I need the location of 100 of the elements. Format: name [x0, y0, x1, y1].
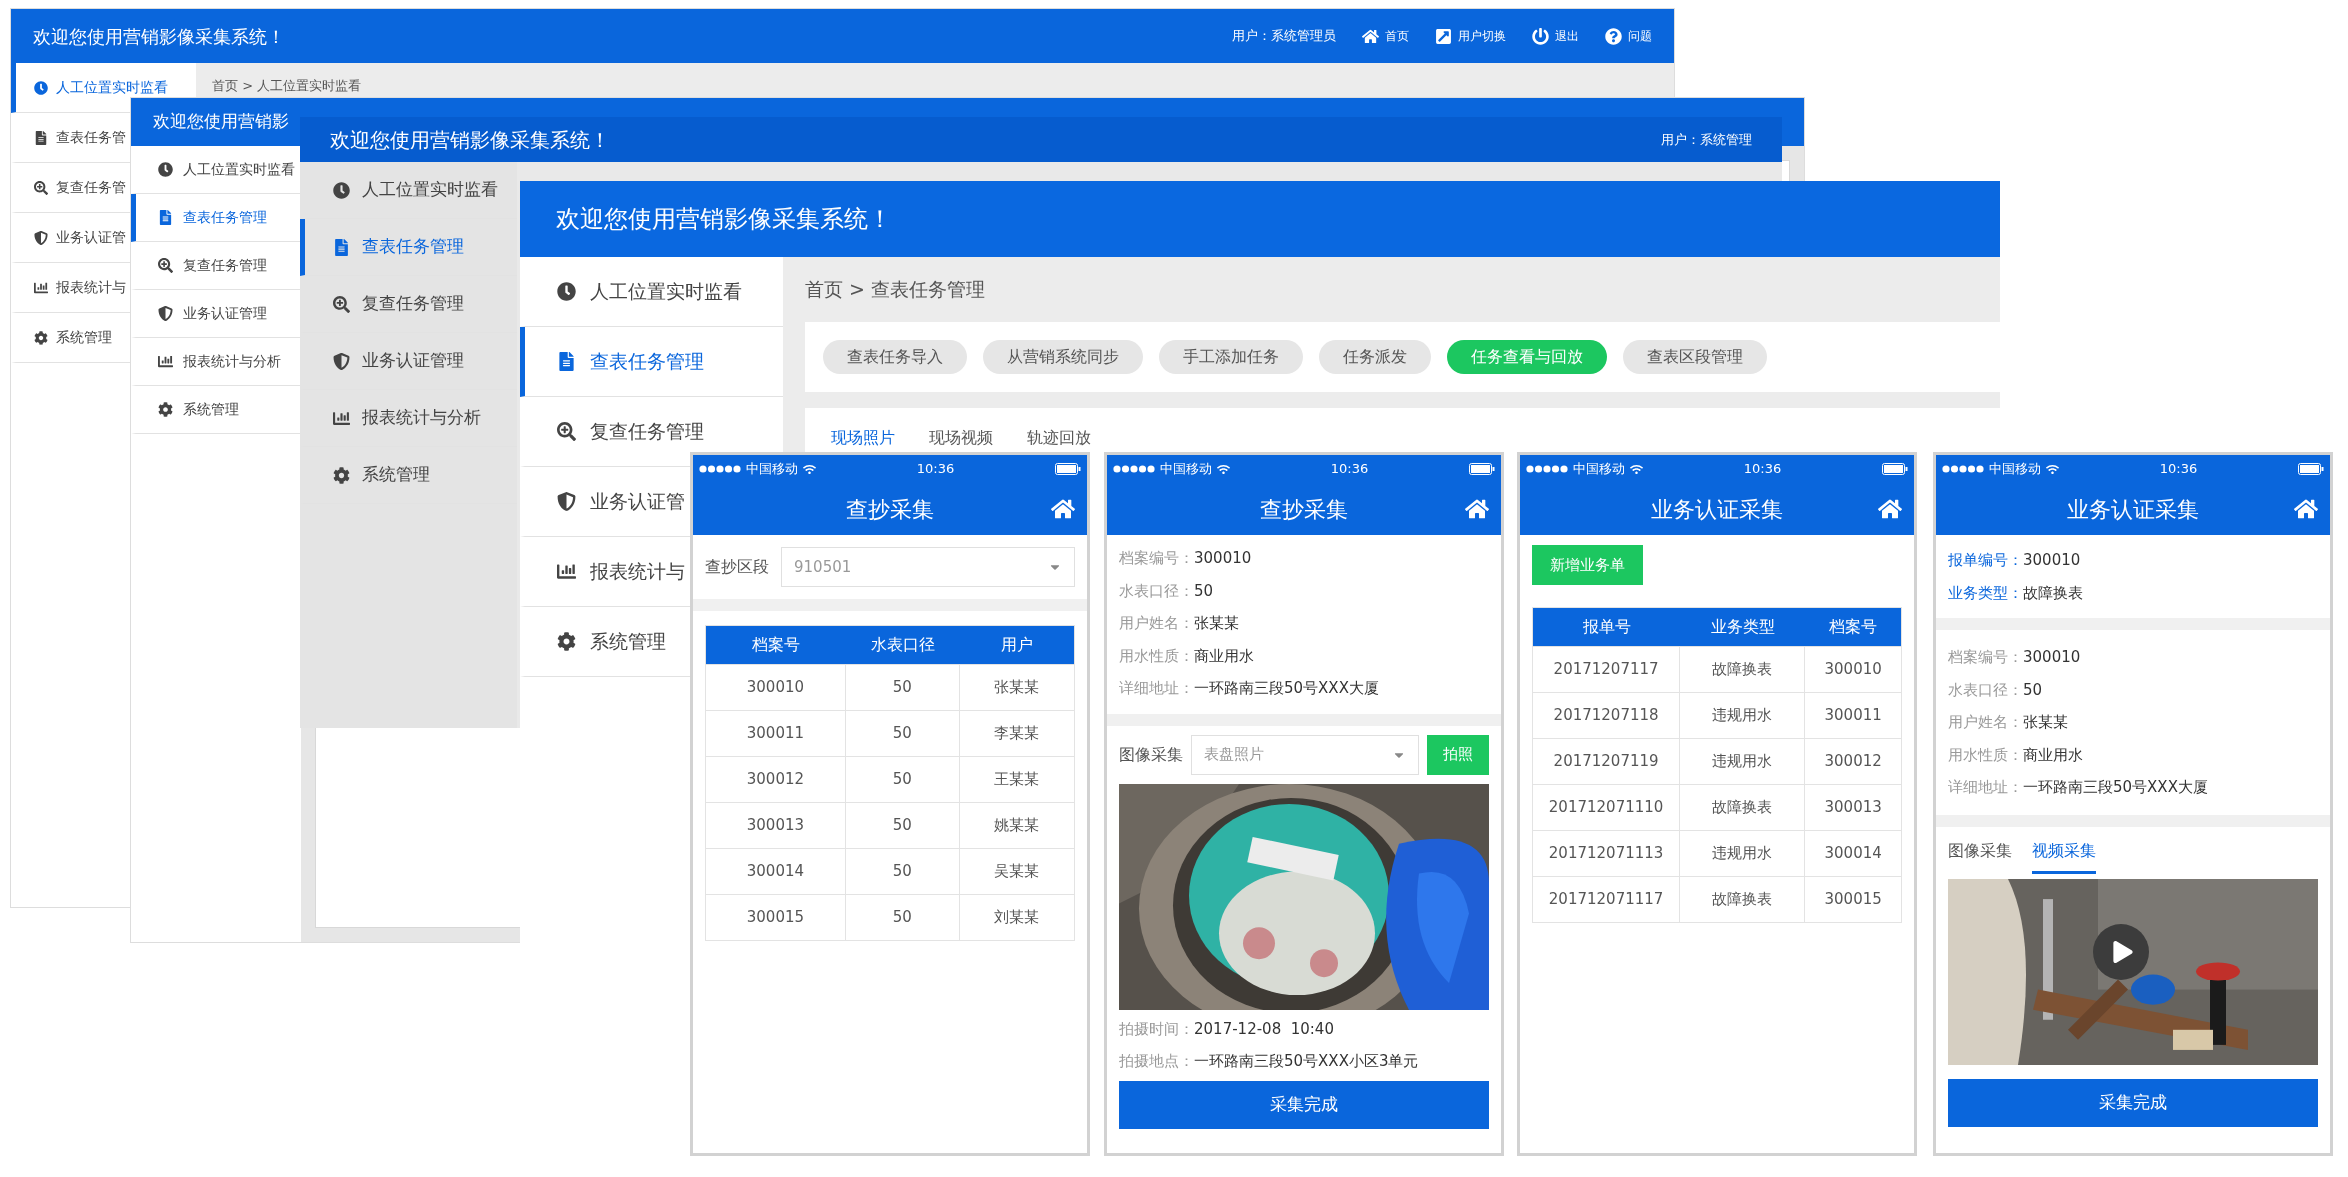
- table-cell-text: 王某某: [994, 769, 1040, 791]
- field-label: 水表口径：: [1948, 679, 2023, 701]
- field-label: 用户姓名：: [1119, 613, 1194, 634]
- field-value: 2017-12-08 10:40: [1194, 1018, 1334, 1040]
- table-cell-text: 201712071110: [1548, 797, 1664, 819]
- table-cell-text: 300013: [746, 815, 805, 837]
- table-cell-text: 姚某某: [994, 815, 1040, 837]
- wifi-icon: [803, 462, 816, 476]
- home-icon[interactable]: [2294, 497, 2318, 521]
- bar-chart-icon: [34, 280, 48, 295]
- sub-tab[interactable]: 现场照片: [831, 426, 895, 450]
- signal-icon: [1113, 465, 1155, 473]
- table-cell-text: 违规用水: [1712, 705, 1773, 727]
- battery-icon: [1469, 463, 1495, 475]
- field-label: 用水性质：: [1119, 645, 1194, 667]
- tab-pill[interactable]: 手工添加任务: [1159, 340, 1303, 374]
- status-time: 10:36: [916, 460, 955, 479]
- screen-title: 查抄采集: [846, 495, 934, 524]
- table-cell-text: 刘某某: [994, 907, 1040, 929]
- window-title: 欢迎您使用营销影: [153, 110, 289, 134]
- field-label: 用水性质：: [1948, 744, 2023, 766]
- bar-chart-icon: [557, 562, 576, 581]
- sub-tab[interactable]: 轨迹回放: [1027, 426, 1091, 450]
- field-label: 用户姓名：: [1948, 712, 2023, 733]
- screen-title: 查抄采集: [1260, 495, 1348, 524]
- table-cell-text: 吴某某: [994, 861, 1040, 883]
- table-cell-text: 300012: [1824, 751, 1882, 773]
- home-icon[interactable]: [1051, 497, 1075, 521]
- field-label: 水表口径：: [1119, 580, 1194, 602]
- status-time: 10:36: [1330, 460, 1369, 479]
- table-cell-text: 300015: [1824, 889, 1882, 911]
- table-row[interactable]: 300011 50 李某某: [706, 710, 1074, 756]
- table-row[interactable]: 20171207118 违规用水 300011: [1533, 692, 1901, 738]
- table-row[interactable]: 300013 50 姚某某: [706, 802, 1074, 848]
- tab-pill[interactable]: 查表任务导入: [823, 340, 967, 374]
- carrier-label: 中国移动: [1160, 460, 1212, 479]
- table-row[interactable]: 300015 50 刘某某: [706, 894, 1074, 940]
- table-row[interactable]: 300014 50 吴某某: [706, 848, 1074, 894]
- switch-user-link[interactable]: 用户切换: [1435, 27, 1506, 45]
- media-tab[interactable]: 图像采集: [1948, 838, 2012, 874]
- table-row[interactable]: 201712071110 故障换表 300013: [1533, 784, 1901, 830]
- zoom-in-icon: [158, 258, 173, 273]
- tab-pill[interactable]: 从营销系统同步: [983, 340, 1143, 374]
- home-link[interactable]: 首页: [1362, 27, 1409, 45]
- breadcrumb: 首页 > 查表任务管理: [805, 277, 985, 303]
- table-cell-text: 300015: [746, 907, 805, 929]
- table-cell-text: 50: [892, 861, 912, 883]
- signal-icon: [1942, 465, 1984, 473]
- capture-label: 图像采集: [1119, 743, 1183, 766]
- clock-icon: [158, 162, 173, 177]
- table-cell-text: 50: [892, 677, 912, 699]
- table-cell-text: 故障换表: [1712, 797, 1773, 819]
- sidebar-item[interactable]: 复查任务管理: [131, 242, 301, 290]
- shield-icon: [333, 352, 350, 370]
- bar-chart-icon: [333, 409, 350, 427]
- table-cell-text: 300013: [1824, 797, 1882, 819]
- table-row[interactable]: 300012 50 王某某: [706, 756, 1074, 802]
- field-value: 商业用水: [2023, 744, 2083, 766]
- table-row[interactable]: 20171207119 违规用水 300012: [1533, 738, 1901, 784]
- home-icon[interactable]: [1465, 497, 1489, 521]
- wifi-icon: [1217, 462, 1230, 476]
- field-value: 张某某: [2023, 712, 2068, 733]
- home-icon: [1362, 27, 1379, 45]
- signal-icon: [699, 465, 741, 473]
- zoom-in-icon: [557, 422, 576, 441]
- table-cell-text: 李某某: [994, 723, 1040, 745]
- table-cell-text: 300011: [1824, 705, 1882, 727]
- column-header: 档案号: [751, 634, 800, 656]
- field-value: 一环路南三段50号XXX大厦: [1194, 678, 1379, 699]
- tab-pill[interactable]: 查表区段管理: [1623, 340, 1767, 374]
- zoom-in-icon: [34, 180, 48, 195]
- table-row[interactable]: 20171207117 故障换表 300010: [1533, 646, 1901, 692]
- field-value: 300010: [2023, 647, 2081, 668]
- carrier-label: 中国移动: [1573, 460, 1625, 479]
- table-row[interactable]: 201712071117 故障换表 300015: [1533, 876, 1901, 922]
- wifi-icon: [1630, 462, 1643, 476]
- field-value: 一环路南三段50号XXX大厦: [2023, 777, 2208, 798]
- field-value: 张某某: [1194, 613, 1239, 634]
- carrier-label: 中国移动: [1989, 460, 2041, 479]
- field-value: 商业用水: [1194, 645, 1254, 667]
- battery-icon: [1055, 463, 1081, 475]
- gear-icon: [34, 330, 48, 345]
- finish-button[interactable]: 采集完成: [1948, 1078, 2318, 1127]
- table-cell-text: 300011: [746, 723, 805, 745]
- logout-link[interactable]: 退出: [1532, 27, 1579, 45]
- sub-tab[interactable]: 现场视频: [929, 426, 993, 450]
- home-icon[interactable]: [1878, 497, 1902, 521]
- table-cell-text: 300010: [746, 677, 805, 699]
- field-label: 档案编号：: [1948, 647, 2023, 668]
- help-link[interactable]: 问题: [1605, 27, 1652, 45]
- tab-pill[interactable]: 任务派发: [1319, 340, 1431, 374]
- help-icon: [1605, 27, 1622, 45]
- table-row[interactable]: 300010 50 张某某: [706, 664, 1074, 710]
- table-cell-text: 20171207118: [1553, 705, 1659, 727]
- finish-button[interactable]: 采集完成: [1119, 1080, 1489, 1129]
- window-title: 欢迎您使用营销影像采集系统！: [556, 204, 892, 235]
- table-row[interactable]: 201712071113 违规用水 300014: [1533, 830, 1901, 876]
- field-label: 档案编号：: [1119, 548, 1194, 569]
- media-tab[interactable]: 视频采集: [2032, 838, 2096, 874]
- table-cell-text: 50: [892, 769, 912, 791]
